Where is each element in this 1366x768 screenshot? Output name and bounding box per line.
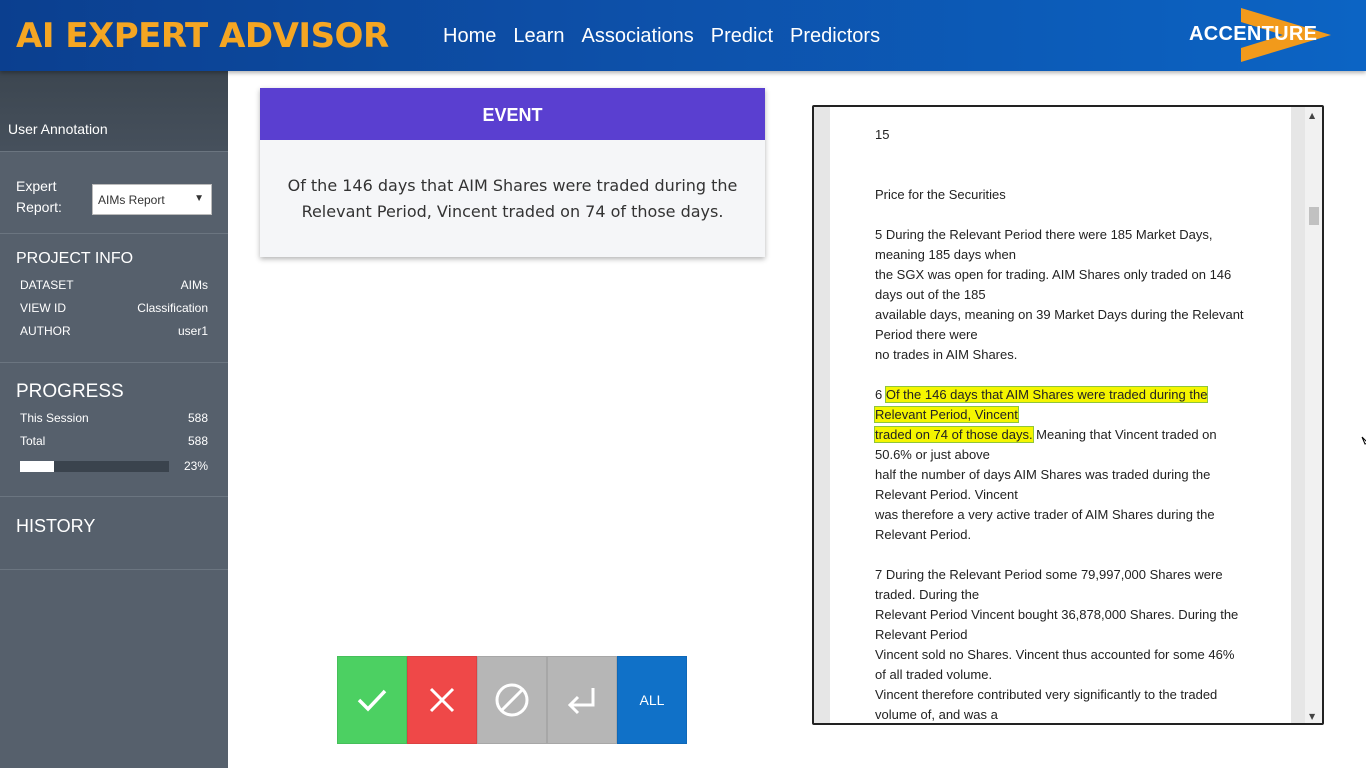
accenture-logo: ACCENTURE	[1189, 8, 1349, 64]
scroll-up-icon[interactable]: ▲	[1309, 111, 1315, 120]
text-cursor-icon	[1361, 436, 1366, 445]
ban-icon	[495, 683, 529, 717]
check-icon	[357, 689, 387, 712]
app-title[interactable]: AI EXPERT ADVISOR	[16, 16, 389, 56]
highlighted-event-text[interactable]: Of the 146 days that AIM Shares were tra…	[884, 386, 1209, 403]
progress-row-session: This Session 588	[20, 411, 208, 425]
project-info-section: PROJECT INFO DATASET AIMs VIEW ID Classi…	[0, 234, 228, 363]
expert-report-label: Expert Report:	[16, 178, 62, 215]
document-scrollbar[interactable]: ▲ ▼	[1305, 107, 1322, 723]
nav-predict[interactable]: Predict	[711, 22, 773, 50]
document-page: 15 Price for the Securities 5 During the…	[874, 125, 1275, 723]
progress-percent: 23%	[183, 459, 208, 473]
chevron-down-icon: ▼	[194, 193, 204, 204]
reject-button[interactable]	[407, 656, 477, 744]
progress-bar	[20, 461, 169, 472]
page-number: 15	[875, 127, 890, 142]
info-row-dataset: DATASET AIMs	[20, 278, 208, 292]
scroll-thumb[interactable]	[1309, 207, 1319, 225]
skip-button[interactable]	[477, 656, 547, 744]
all-button[interactable]: ALL	[617, 656, 687, 744]
history-section[interactable]: HISTORY	[0, 497, 228, 570]
progress-bar-fill	[20, 461, 55, 472]
expert-report-section: Expert Report: AIMs Report ▼	[0, 152, 228, 234]
paragraph-6: 6 Of the 146 days that AIM Shares were t…	[874, 386, 1217, 542]
event-text: Of the 146 days that AIM Shares were tra…	[287, 176, 738, 221]
scroll-down-icon[interactable]: ▼	[1309, 712, 1315, 721]
expert-report-select[interactable]: AIMs Report ▼	[92, 184, 212, 215]
event-card: EVENT Of the 146 days that AIM Shares we…	[260, 88, 765, 257]
sidebar-header: User Annotation	[0, 71, 228, 152]
annotation-actions: ALL	[337, 656, 687, 744]
x-icon	[429, 687, 455, 713]
main-nav: Home Learn Associations Predict Predicto…	[443, 22, 880, 50]
paragraph-5: 5 During the Relevant Period there were …	[875, 227, 1244, 362]
nav-predictors[interactable]: Predictors	[790, 22, 880, 50]
project-info-heading: PROJECT INFO	[16, 250, 134, 267]
return-button[interactable]	[547, 656, 617, 744]
sidebar: User Annotation Expert Report: AIMs Repo…	[0, 71, 228, 768]
section-heading: Price for the Securities	[875, 187, 1006, 202]
event-heading: EVENT	[260, 88, 765, 140]
info-row-view-id: VIEW ID Classification	[20, 301, 208, 315]
nav-associations[interactable]: Associations	[582, 22, 694, 50]
progress-section: PROGRESS This Session 588 Total 588 23%	[0, 363, 228, 497]
nav-learn[interactable]: Learn	[513, 22, 564, 50]
return-icon	[567, 688, 595, 715]
history-heading[interactable]: HISTORY	[16, 516, 95, 537]
paragraph-7: 7 During the Relevant Period some 79,997…	[875, 567, 1239, 722]
info-row-author: AUTHOR user1	[20, 324, 208, 338]
nav-home[interactable]: Home	[443, 22, 496, 50]
progress-heading: PROGRESS	[16, 381, 124, 402]
document-viewer[interactable]: 15 Price for the Securities 5 During the…	[812, 105, 1324, 725]
sidebar-title: User Annotation	[8, 121, 108, 137]
accept-button[interactable]	[337, 656, 407, 744]
top-bar: AI EXPERT ADVISOR Home Learn Association…	[0, 0, 1366, 71]
progress-row-total: Total 588	[20, 434, 208, 448]
logo-text: ACCENTURE	[1189, 23, 1318, 45]
expert-report-value: AIMs Report	[98, 193, 165, 207]
